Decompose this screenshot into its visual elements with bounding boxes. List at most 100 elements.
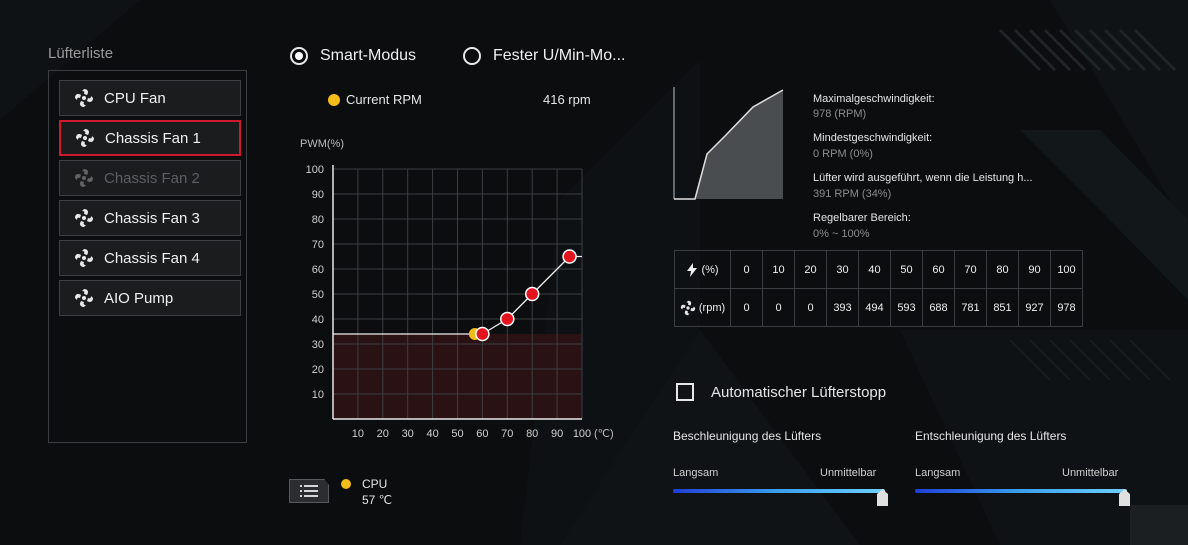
table-cell: 30 [826,250,859,289]
table-cell: 50 [890,250,923,289]
accel-title: Beschleunigung des Lüfters [673,429,822,443]
decel-low-label: Langsam [915,467,961,479]
table-header-rpm: (rpm) [674,288,731,327]
chart-point [524,286,540,302]
sensor-value: 57 ℃ [362,493,393,507]
chart-x-tick-label: 60 [476,428,488,440]
fan-item-chassis-fan-4[interactable]: Chassis Fan 4 [59,240,241,276]
table-cell: 60 [922,250,955,289]
table-cell: 851 [986,288,1019,327]
current-rpm-dot-icon [328,93,340,106]
fan-icon [75,89,93,107]
table-cell: 393 [826,288,859,327]
chart-x-tick-label: 90 [551,428,563,440]
decel-high-label: Unmittelbar [1062,467,1119,479]
chart-x-tick-label: 50 [451,428,463,440]
table-cell: 688 [922,288,955,327]
table-cell: 0 [762,288,795,327]
chart-y-tick-label: 10 [312,389,324,401]
current-rpm-value: 416 rpm [543,92,591,107]
info-range-value: 0% ~ 100% [813,228,870,240]
chart-x-tick-label: 40 [426,428,438,440]
chart-point [475,326,490,342]
sensor-list-button[interactable] [289,479,329,503]
chart-grid [332,165,583,420]
info-range-label: Regelbarer Bereich: [813,212,911,224]
current-rpm-legend: Current RPM [328,92,422,107]
fan-list-title: Lüfterliste [48,45,114,62]
chart-y-tick-label: 40 [312,314,324,326]
info-max-value: 978 (RPM) [813,108,867,120]
current-rpm-label: Current RPM [346,92,422,107]
fan-item-label: Chassis Fan 2 [104,169,200,187]
accel-low-label: Langsam [673,467,719,479]
fan-item-chassis-fan-2[interactable]: Chassis Fan 2 [59,160,241,196]
info-min-value: 0 RPM (0%) [813,148,873,160]
table-cell: 593 [890,288,923,327]
fixed-mode-label: Fester U/Min-Mo... [493,47,626,64]
fan-item-aio-pump[interactable]: AIO Pump [59,280,241,316]
table-cell: 100 [1050,250,1083,289]
table-cell: 494 [858,288,891,327]
info-run-value: 391 RPM (34%) [813,188,892,200]
radio-smart-mode[interactable]: Smart-Modus [290,47,416,65]
fan-curve-chart[interactable]: PWM(%) 10 20 30 40 50 60 70 80 90 100 10 20 30 40 50 60… [296,132,626,444]
fan-item-label: CPU Fan [104,89,166,107]
speed-table: (%) 0 10 20 30 40 50 60 70 80 90 100 (rp… [674,250,1083,327]
table-cell: 90 [1018,250,1051,289]
chart-x-tick-label: 20 [377,428,389,440]
fan-list: CPU Fan Chassis Fan 1 Chassis Fan 2 Chas… [48,70,247,443]
fan-icon [75,209,93,227]
chart-point [562,249,577,264]
decel-slider[interactable] [915,489,1127,493]
accel-high-label: Unmittelbar [820,467,877,479]
fan-item-label: Chassis Fan 3 [104,209,200,227]
table-row: (%) 0 10 20 30 40 50 60 70 80 90 100 [674,250,1083,289]
fan-icon [76,129,94,147]
info-max-label: Maximalgeschwindigkeit: [813,93,935,105]
fan-item-label: Chassis Fan 4 [104,249,200,267]
table-cell: 0 [794,288,827,327]
fan-icon [75,289,93,307]
fan-icon [75,169,93,187]
chart-y-tick-label: 80 [312,214,324,226]
auto-stop-toggle[interactable]: Automatischer Lüfterstopp [676,383,886,401]
chart-y-tick-label: 30 [312,339,324,351]
chart-y-tick-label: 50 [312,289,324,301]
table-cell: 927 [1018,288,1051,327]
checkbox-icon [676,383,694,401]
table-cell: 0 [730,250,763,289]
chart-ylabel: PWM(%) [300,138,344,150]
chart-x-tick-label: 10 [352,428,364,440]
chart-x-tick-label: 100 [573,428,591,440]
fan-item-label: Chassis Fan 1 [105,129,201,147]
fan-item-chassis-fan-1[interactable]: Chassis Fan 1 [59,120,241,156]
table-header-percent: (%) [674,250,731,289]
chart-y-tick-label: 70 [312,239,324,251]
chart-x-tick-label: 30 [402,428,414,440]
fan-item-chassis-fan-3[interactable]: Chassis Fan 3 [59,200,241,236]
chart-x-tick-label: 80 [526,428,538,440]
chart-x-tick-label: 70 [501,428,513,440]
chart-xlabel: (℃) [594,428,614,440]
accel-slider[interactable] [673,489,885,493]
sensor-dot-icon [341,479,351,489]
table-cell: 70 [954,250,987,289]
decel-title: Entschleunigung des Lüfters [915,429,1067,443]
table-cell: 10 [762,250,795,289]
chart-y-tick-label: 90 [312,189,324,201]
chart-y-tick-label: 100 [306,164,324,176]
fan-item-cpu-fan[interactable]: CPU Fan [59,80,241,116]
chart-point [500,311,515,327]
info-run-label: Lüfter wird ausgeführt, wenn die Leistun… [813,172,1033,184]
table-row: (rpm) 0 0 0 393 494 593 688 781 851 927 … [674,288,1083,327]
table-cell: 978 [1050,288,1083,327]
smart-mode-label: Smart-Modus [320,47,417,64]
table-cell: 40 [858,250,891,289]
table-cell: 781 [954,288,987,327]
table-cell: 80 [986,250,1019,289]
table-cell: 0 [730,288,763,327]
radio-fixed-rpm-mode[interactable]: Fester U/Min-Mo... [463,47,625,65]
chart-y-tick-label: 20 [312,364,324,376]
lightning-icon [687,262,698,277]
